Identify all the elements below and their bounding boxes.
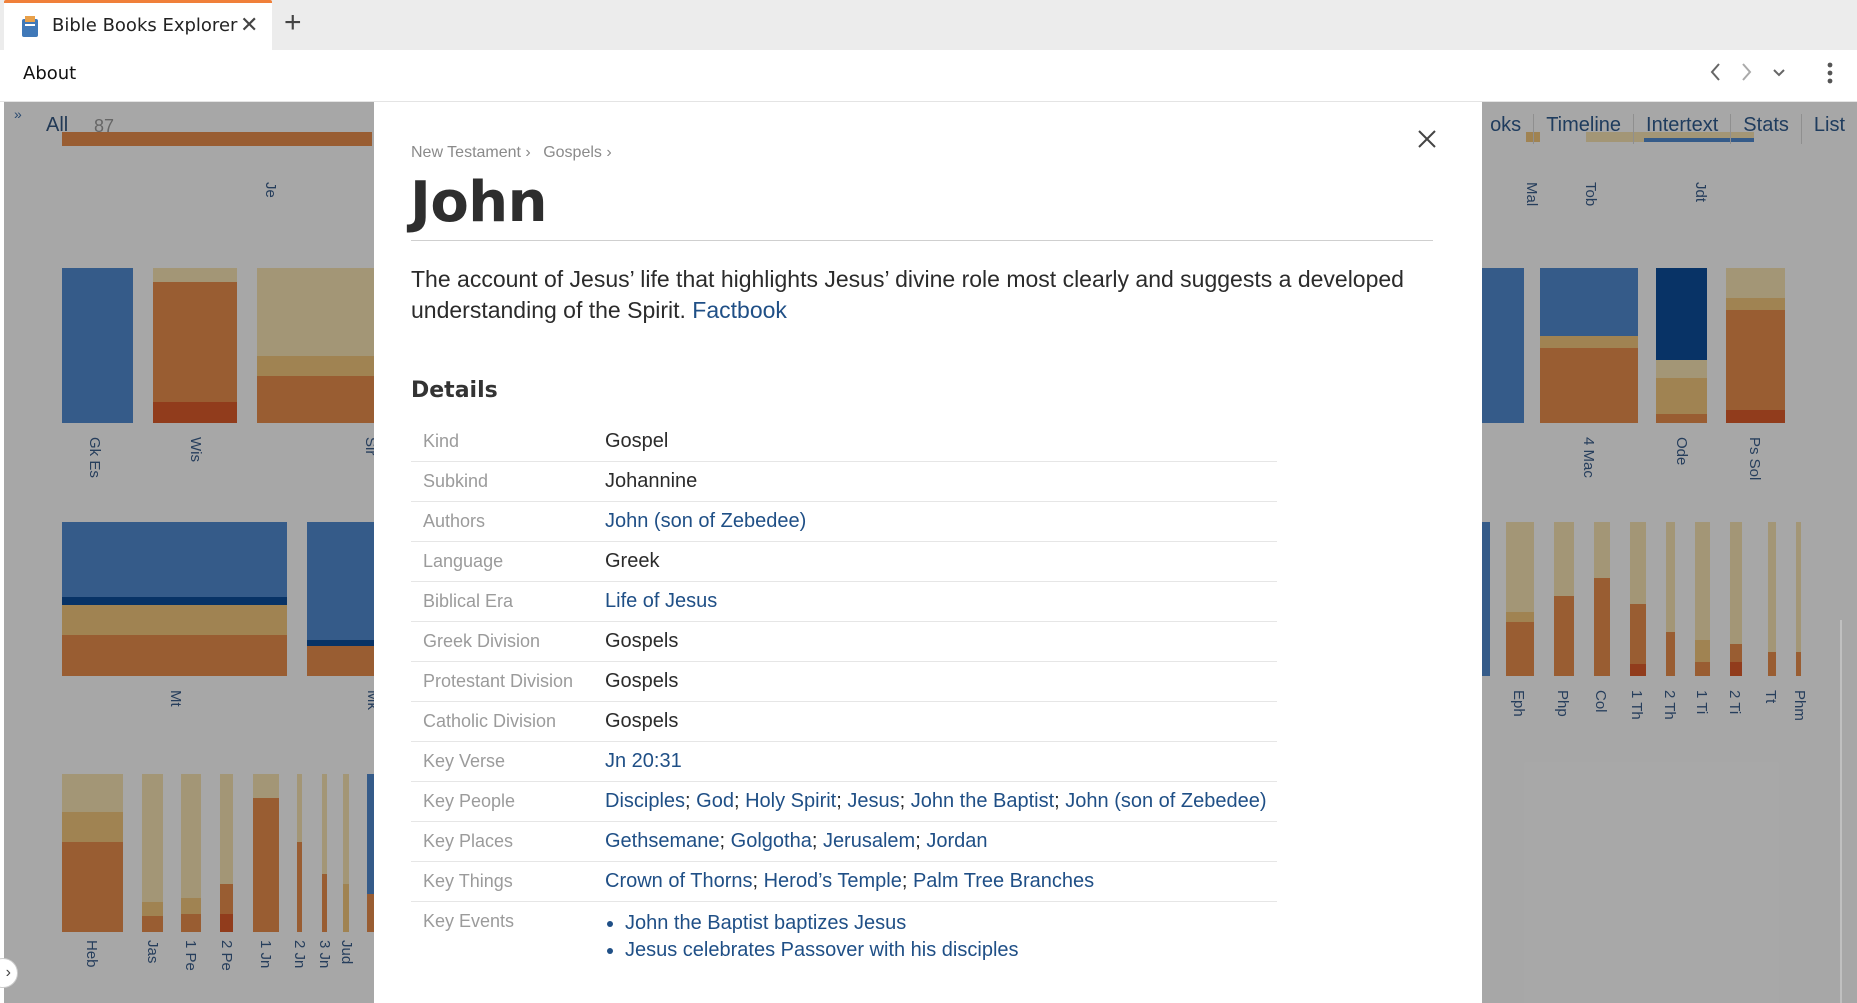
book-app-icon — [22, 16, 38, 37]
person-link[interactable]: Disciples — [605, 790, 685, 812]
detail-key: Key People — [423, 791, 516, 811]
events-list: John the Baptist baptizes Jesus Jesus ce… — [605, 910, 1277, 964]
detail-value-language: Greek — [605, 550, 660, 572]
close-tab-icon[interactable]: ✕ — [240, 12, 258, 38]
detail-value-key-verse: Jn 20:31 — [605, 742, 1277, 773]
details-heading: Details — [411, 378, 498, 403]
event-link[interactable]: John the Baptist baptizes Jesus — [625, 912, 906, 934]
detail-key: Key Things — [423, 871, 513, 891]
event-link[interactable]: Jesus celebrates Passover with his disci… — [625, 939, 1019, 961]
author-link[interactable]: John (son of Zebedee) — [605, 510, 806, 532]
table-row: Key People Disciples; God; Holy Spirit; … — [411, 782, 1277, 822]
table-row: Biblical Era Life of Jesus — [411, 582, 1277, 622]
breadcrumb: New Testament › Gospels › — [411, 144, 620, 162]
details-table: Kind Gospel Subkind Johannine Authors Jo… — [411, 422, 1277, 964]
detail-value-catholic-division: Gospels — [605, 710, 679, 732]
detail-key: Key Events — [423, 911, 515, 931]
place-link[interactable]: Jordan — [926, 830, 987, 852]
table-row: Greek Division Gospels — [411, 622, 1277, 662]
more-menu-icon[interactable] — [1818, 60, 1842, 90]
browser-tab-active[interactable]: Bible Books Explorer ✕ — [4, 0, 272, 50]
table-row: Key Things Crown of Thorns; Herod’s Temp… — [411, 862, 1277, 902]
detail-value-greek-division: Gospels — [605, 630, 679, 652]
person-link[interactable]: Jesus — [847, 790, 899, 812]
place-link[interactable]: Gethsemane — [605, 830, 720, 852]
chevron-down-icon[interactable] — [1767, 60, 1791, 90]
book-summary: The account of Jesus’ life that highligh… — [411, 264, 1431, 326]
list-item: John the Baptist baptizes Jesus — [625, 910, 1277, 937]
breadcrumb-gospels[interactable]: Gospels › — [543, 144, 611, 161]
person-link[interactable]: John (son of Zebedee) — [1065, 790, 1266, 812]
breadcrumb-new-testament[interactable]: New Testament › — [411, 144, 531, 161]
detail-key: Kind — [423, 431, 460, 451]
title-divider — [411, 240, 1433, 241]
table-row: Key Events John the Baptist baptizes Jes… — [411, 902, 1277, 964]
table-row: Authors John (son of Zebedee) — [411, 502, 1277, 542]
table-row: Key Verse Jn 20:31 — [411, 742, 1277, 782]
detail-key: Language — [423, 551, 504, 571]
back-icon[interactable] — [1704, 60, 1728, 90]
detail-key: Biblical Era — [423, 591, 514, 611]
browser-toolbar: About — [0, 50, 1857, 102]
page-scrollbar[interactable] — [1840, 620, 1842, 1003]
table-row: Language Greek — [411, 542, 1277, 582]
person-link[interactable]: God — [696, 790, 734, 812]
table-row: Subkind Johannine — [411, 462, 1277, 502]
detail-value-authors: John (son of Zebedee) — [605, 502, 1277, 533]
place-link[interactable]: Golgotha — [731, 830, 812, 852]
detail-key: Catholic Division — [423, 711, 557, 731]
detail-key: Key Verse — [423, 751, 506, 771]
factbook-link[interactable]: Factbook — [692, 297, 787, 323]
thing-link[interactable]: Crown of Thorns — [605, 870, 752, 892]
thing-link[interactable]: Herod’s Temple — [764, 870, 902, 892]
detail-key: Key Places — [423, 831, 514, 851]
table-row: Protestant Division Gospels — [411, 662, 1277, 702]
table-row: Kind Gospel — [411, 422, 1277, 462]
page-title: John — [410, 170, 548, 235]
browser-tab-strip: Bible Books Explorer ✕ + — [0, 0, 1857, 50]
about-link[interactable]: About — [23, 63, 76, 84]
detail-value-biblical-era: Life of Jesus — [605, 582, 1277, 613]
detail-key: Greek Division — [423, 631, 541, 651]
detail-value-kind: Gospel — [605, 430, 669, 452]
detail-value-protestant-division: Gospels — [605, 670, 679, 692]
key-verse-link[interactable]: Jn 20:31 — [605, 750, 682, 772]
table-row: Catholic Division Gospels — [411, 702, 1277, 742]
person-link[interactable]: Holy Spirit — [745, 790, 836, 812]
detail-value-key-places: Gethsemane; Golgotha; Jerusalem; Jordan — [605, 830, 988, 852]
detail-key: Protestant Division — [423, 671, 574, 691]
detail-value-subkind: Johannine — [605, 470, 698, 492]
new-tab-icon[interactable]: + — [284, 6, 302, 40]
close-icon[interactable] — [1414, 126, 1440, 152]
tab-title: Bible Books Explorer — [52, 15, 238, 36]
person-link[interactable]: John the Baptist — [911, 790, 1054, 812]
thing-link[interactable]: Palm Tree Branches — [913, 870, 1094, 892]
place-link[interactable]: Jerusalem — [823, 830, 915, 852]
forward-icon[interactable] — [1734, 60, 1758, 90]
detail-value-key-events: John the Baptist baptizes Jesus Jesus ce… — [605, 902, 1277, 964]
book-detail-dialog: New Testament › Gospels › John The accou… — [374, 102, 1482, 1003]
detail-value-key-things: Crown of Thorns; Herod’s Temple; Palm Tr… — [605, 870, 1095, 892]
detail-value-key-people: Disciples; God; Holy Spirit; Jesus; John… — [605, 790, 1267, 812]
list-item: Jesus celebrates Passover with his disci… — [625, 937, 1277, 964]
era-link[interactable]: Life of Jesus — [605, 590, 717, 612]
summary-text: The account of Jesus’ life that highligh… — [411, 266, 1404, 323]
table-row: Key Places Gethsemane; Golgotha; Jerusal… — [411, 822, 1277, 862]
detail-key: Subkind — [423, 471, 489, 491]
detail-key: Authors — [423, 511, 486, 531]
